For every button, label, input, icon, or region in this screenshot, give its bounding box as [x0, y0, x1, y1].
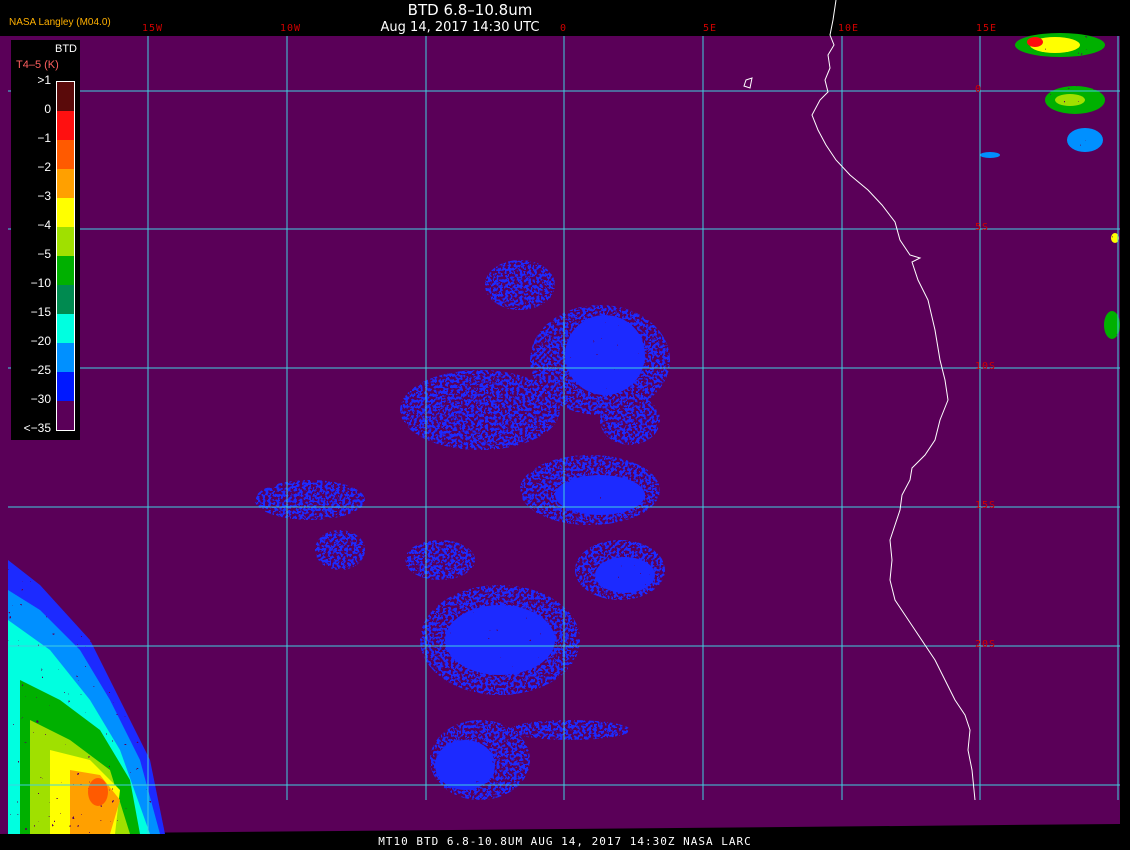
lon-label: 0 — [560, 23, 568, 34]
legend-color-scale — [56, 81, 75, 431]
lon-label: 15E — [976, 23, 998, 34]
legend-swatch — [57, 227, 74, 256]
legend-tick-label: −10 — [30, 276, 51, 290]
legend-swatch — [57, 343, 74, 372]
legend-heading: BTD — [55, 43, 77, 55]
timestamp: Aug 14, 2017 14:30 UTC — [380, 20, 540, 35]
legend-tick-label: −20 — [30, 334, 51, 348]
legend-swatch — [57, 372, 74, 401]
lon-label: 15W — [142, 23, 164, 34]
legend-swatch — [57, 401, 74, 430]
legend-tick-label: −15 — [30, 305, 51, 319]
legend-tick-label: −4 — [37, 218, 51, 232]
legend-swatch — [57, 198, 74, 227]
lon-label: 5E — [703, 23, 718, 34]
lat-label: 0 — [975, 84, 983, 95]
lon-label: 10E — [838, 23, 860, 34]
legend-tick-label: −3 — [37, 189, 51, 203]
legend-tick-label: −5 — [37, 247, 51, 261]
chart-title: BTD 6.8–10.8um — [407, 1, 533, 19]
satellite-map — [0, 0, 1120, 834]
legend-tick-label: −2 — [37, 160, 51, 174]
lat-label: 15S — [975, 500, 997, 511]
legend-swatch — [57, 256, 74, 285]
legend-subheading: T4–5 (K) — [16, 59, 59, 71]
legend-tick-label: >1 — [37, 73, 51, 87]
legend-tick-label: −1 — [37, 131, 51, 145]
legend-swatch — [57, 140, 74, 169]
map-background — [0, 36, 1120, 834]
legend-tick-label: 0 — [44, 102, 51, 116]
legend-tick-label: <−35 — [23, 421, 51, 435]
lat-label: 10S — [975, 361, 997, 372]
legend-tick-label: −25 — [30, 363, 51, 377]
legend-swatch — [57, 314, 74, 343]
footer-caption: MT10 BTD 6.8-10.8UM AUG 14, 2017 14:30Z … — [378, 835, 752, 848]
lon-label: 10W — [280, 23, 302, 34]
legend-swatch — [57, 169, 74, 198]
lat-label: 5S — [975, 222, 990, 233]
legend-tick-label: −30 — [30, 392, 51, 406]
color-legend: BTD T4–5 (K) >1 0 −1 −2 −3 −4 −5 −10 −15 −20 −25 −3… — [11, 40, 80, 440]
legend-swatch — [57, 285, 74, 314]
lat-label: 20S — [975, 639, 997, 650]
legend-swatch — [57, 111, 74, 140]
legend-swatch — [57, 82, 74, 111]
